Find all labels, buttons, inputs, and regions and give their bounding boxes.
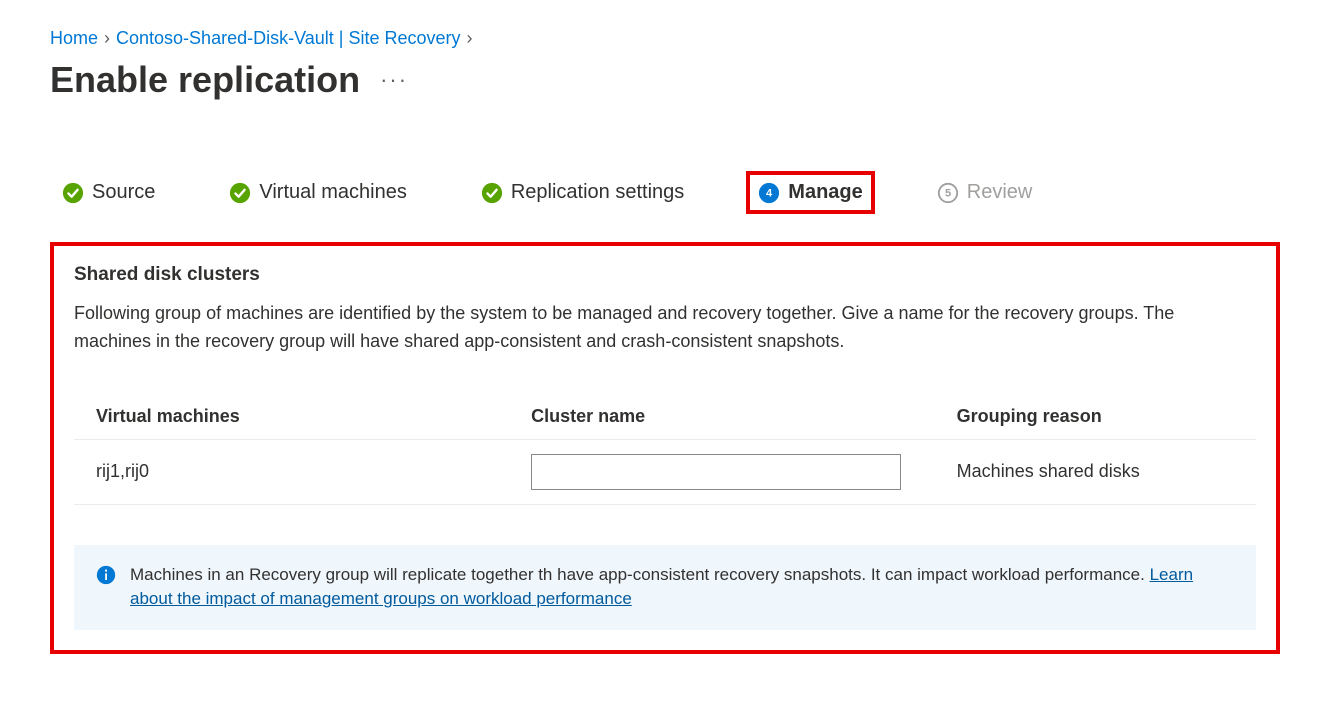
- tab-label: Source: [92, 181, 155, 204]
- tab-virtual-machines[interactable]: Virtual machines: [217, 171, 418, 214]
- check-circle-icon: [229, 182, 251, 204]
- table-row: rij1,rij0 Machines shared disks: [74, 439, 1256, 504]
- cluster-name-input[interactable]: [531, 454, 901, 490]
- col-grouping-reason: Grouping reason: [949, 400, 1256, 440]
- panel-description: Following group of machines are identifi…: [74, 300, 1256, 356]
- panel-heading: Shared disk clusters: [74, 264, 1256, 286]
- tab-label: Manage: [788, 181, 862, 204]
- step-number-icon: 4: [758, 182, 780, 204]
- svg-text:5: 5: [945, 187, 951, 199]
- check-circle-icon: [481, 182, 503, 204]
- cell-virtual-machines: rij1,rij0: [74, 439, 523, 504]
- wizard-tabs: Source Virtual machines Replication sett…: [50, 171, 1280, 214]
- tab-label: Virtual machines: [259, 181, 406, 204]
- svg-text:4: 4: [766, 187, 773, 199]
- tab-label: Replication settings: [511, 181, 684, 204]
- breadcrumb-vault[interactable]: Contoso-Shared-Disk-Vault | Site Recover…: [116, 28, 460, 49]
- manage-panel: Shared disk clusters Following group of …: [50, 242, 1280, 654]
- check-circle-icon: [62, 182, 84, 204]
- chevron-right-icon: ›: [467, 28, 473, 49]
- info-text: Machines in an Recovery group will repli…: [130, 563, 1234, 612]
- breadcrumb-home[interactable]: Home: [50, 28, 98, 49]
- breadcrumb: Home › Contoso-Shared-Disk-Vault | Site …: [50, 28, 1280, 49]
- info-banner: Machines in an Recovery group will repli…: [74, 545, 1256, 630]
- chevron-right-icon: ›: [104, 28, 110, 49]
- col-virtual-machines: Virtual machines: [74, 400, 523, 440]
- info-icon: [96, 565, 116, 585]
- tab-source[interactable]: Source: [50, 171, 167, 214]
- more-actions-button[interactable]: ···: [380, 67, 408, 93]
- tab-manage[interactable]: 4 Manage: [746, 171, 874, 214]
- page-title: Enable replication: [50, 59, 360, 101]
- tab-replication-settings[interactable]: Replication settings: [469, 171, 696, 214]
- tab-label: Review: [967, 181, 1033, 204]
- col-cluster-name: Cluster name: [523, 400, 949, 440]
- tab-review[interactable]: 5 Review: [925, 171, 1045, 214]
- step-number-icon: 5: [937, 182, 959, 204]
- clusters-table: Virtual machines Cluster name Grouping r…: [74, 400, 1256, 505]
- cell-cluster-name: [523, 439, 949, 504]
- cell-grouping-reason: Machines shared disks: [949, 439, 1256, 504]
